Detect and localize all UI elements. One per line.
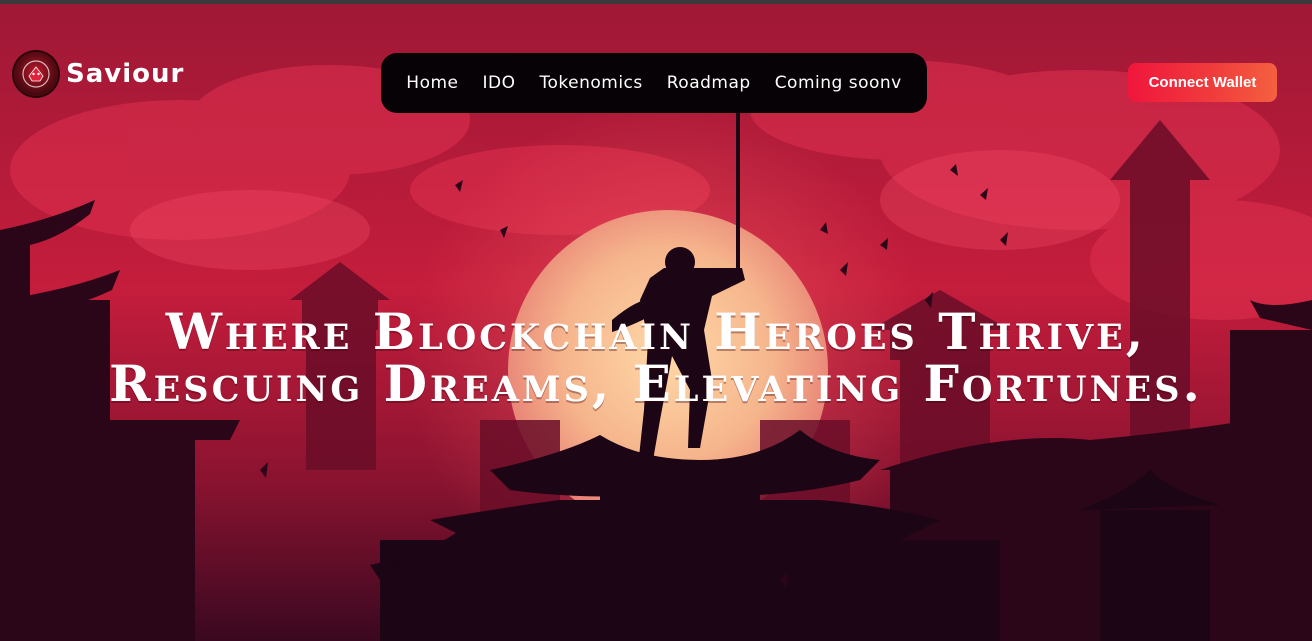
nav-item-tokenomics[interactable]: Tokenomics: [539, 73, 642, 93]
hero-headline: Where Blockchain Heroes Thrive, Rescuing…: [0, 306, 1312, 410]
hero-headline-line-2: Rescuing Dreams, Elevating Fortunes.: [109, 354, 1203, 413]
connect-wallet-button[interactable]: Connect Wallet: [1128, 63, 1277, 102]
nav-item-ido[interactable]: IDO: [482, 73, 515, 93]
hero-headline-line-1: Where Blockchain Heroes Thrive,: [165, 302, 1147, 361]
nav-item-coming-soon[interactable]: Coming soonv: [775, 73, 902, 93]
hero: Where Blockchain Heroes Thrive, Rescuing…: [0, 306, 1312, 410]
page: Saviour Home IDO Tokenomics Roadmap Comi…: [0, 0, 1312, 641]
main-nav: Home IDO Tokenomics Roadmap Coming soonv: [381, 53, 927, 113]
samurai-emblem-icon: [14, 52, 58, 96]
nav-item-roadmap[interactable]: Roadmap: [667, 73, 751, 93]
brand[interactable]: Saviour: [14, 52, 184, 96]
browser-top-strip: [0, 0, 1312, 4]
nav-item-home[interactable]: Home: [406, 73, 458, 93]
brand-name: Saviour: [66, 59, 185, 89]
